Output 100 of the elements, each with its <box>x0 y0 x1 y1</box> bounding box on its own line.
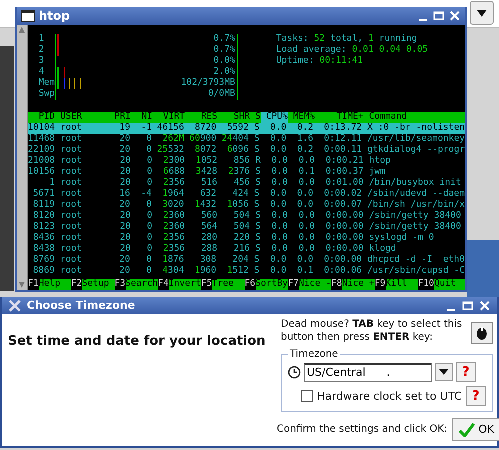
process-row[interactable]: 21008 root 20 0 2300 1052 856 R 0.0 0.0 0:00.21 htop <box>28 156 465 167</box>
process-row[interactable]: 5671 root 16 -4 1964 632 424 S 0.0 0.0 0:00.02 /sbin/udevd --daem <box>28 189 465 200</box>
process-row[interactable]: 8769 root 20 0 1876 308 204 S 0.0 0.0 0:00.00 dhcpcd -d -I eth0 <box>28 255 465 266</box>
table-cell-text: 19 <box>118 123 131 134</box>
window-title: Choose Timezone <box>27 299 136 312</box>
table-cell-text: root <box>59 266 84 277</box>
table-cell-text: 20 <box>118 255 130 266</box>
column-header[interactable]: TIME+ <box>315 112 364 123</box>
process-row[interactable]: 8119 root 20 0 3020 1432 1056 S 0.0 0.0 0:00.07 /bin/sh /usr/bin/x <box>28 200 465 211</box>
table-cell-text: 20 <box>118 145 131 156</box>
maximize-icon[interactable] <box>462 300 474 312</box>
table-cell-text: S <box>254 244 261 255</box>
process-row[interactable]: 10156 root 20 0 6688 3428 2376 S 0.0 0.1 0:00.37 jwm <box>28 167 465 178</box>
table-cell-text: 0 <box>146 145 152 156</box>
table-cell-text: 0 <box>146 134 152 145</box>
column-header[interactable]: Command <box>364 112 465 123</box>
table-cell: 11468 <box>28 134 56 145</box>
table-cell-text: 0 <box>146 233 153 244</box>
ok-button[interactable]: OK <box>452 418 499 441</box>
table-cell-text: 0.0 <box>269 145 287 156</box>
group-label: Timezone <box>289 349 340 360</box>
table-cell-text: 0.1 <box>296 266 314 277</box>
column-header[interactable]: MEM% <box>288 112 316 123</box>
column-header[interactable]: RES <box>185 112 218 123</box>
column-header[interactable]: CPU% <box>260 112 288 123</box>
process-row[interactable]: 11468 root 20 0 262M 60900 24404 S 0.0 1.6 0:12.11 /usr/lib/seamonkey <box>28 134 465 145</box>
column-header[interactable]: PID <box>28 112 56 123</box>
table-cell-text: 1 <box>48 178 56 189</box>
process-row[interactable]: 1 root 20 0 2356 516 456 S 0.0 0.0 0:01.00 /bin/busybox init <box>28 178 465 189</box>
table-cell-text: 0.0 <box>298 222 316 233</box>
table-cell-text: 20 <box>119 211 131 222</box>
table-cell-text: 0 <box>146 222 153 233</box>
table-cell-text: 0:01.00 <box>324 178 364 189</box>
table-cell-text: S <box>254 178 261 189</box>
meter-label: 4 <box>38 67 46 78</box>
table-cell: 22109 <box>28 145 56 156</box>
meter-value: 0.7% <box>214 45 236 56</box>
table-cell-text: 0 <box>146 156 153 167</box>
meter-label: 2 <box>38 45 46 56</box>
column-header[interactable]: NI <box>130 112 153 123</box>
column-header[interactable]: USER <box>55 112 110 123</box>
table-cell-text: S <box>253 189 260 200</box>
table-cell-text: gtkdialog4 --progr <box>366 145 465 156</box>
table-cell-text: 0.0 <box>269 189 287 200</box>
column-header[interactable]: PRI <box>109 112 131 123</box>
summary-text: Uptime: 00:11:41 <box>276 56 364 67</box>
table-cell-text: root <box>59 123 84 134</box>
table-cell-text: /sbin/udevd --daem <box>366 189 465 200</box>
process-row[interactable]: 8120 root 20 0 2360 560 504 S 0.0 0.0 0:00.00 /sbin/getty 38400 <box>28 211 465 222</box>
table-cell-text: S <box>254 222 261 233</box>
table-cell-text: 204 <box>232 255 249 266</box>
table-cell-text: 0:00.07 <box>323 200 362 211</box>
table-cell-text: root <box>59 189 84 200</box>
table-cell-text: /bin/busybox init <box>368 178 462 189</box>
meter-value: 0/0MB <box>208 89 236 100</box>
column-header[interactable]: SHR <box>218 112 250 123</box>
checkbox-label: Hardware clock set to UTC <box>316 390 462 402</box>
mouse-button[interactable] <box>471 322 493 344</box>
table-cell-text: 2300 <box>162 156 186 167</box>
table-cell-text: klogd <box>368 244 398 255</box>
table-cell-text: S <box>253 255 260 266</box>
table-cell-text: jwm <box>368 167 387 178</box>
table-cell-text: 516 <box>200 178 218 189</box>
timezone-field[interactable]: US/Central . <box>304 362 432 382</box>
process-row[interactable]: 8436 root 20 0 2356 280 220 S 0.0 0.0 0:00.00 syslogd -m 0 <box>28 233 465 244</box>
dropdown-button[interactable] <box>435 363 453 381</box>
table-cell-text: 2356 <box>162 178 186 189</box>
process-row[interactable]: 10104 root 19 -1 46156 8720 5592 S 0.0 0.2 0:13.72 X :0 -br -nolisten <box>28 123 465 134</box>
maximize-icon[interactable] <box>433 10 445 22</box>
table-cell-text: 456 <box>232 178 250 189</box>
process-row[interactable]: 22109 root 20 0 25532 8072 6096 S 0.0 0.2 0:00.11 gtkdialog4 --progr <box>28 145 465 156</box>
table-cell-text: 0 <box>146 167 153 178</box>
table-cell-text: 0.0 <box>269 266 287 277</box>
table-cell-text: 24404 <box>220 134 249 145</box>
process-row[interactable]: 8869 root 20 0 4304 1960 1512 S 0.0 0.1 0:00.06 /usr/sbin/cupsd -C <box>28 266 465 277</box>
clock-icon <box>288 366 301 378</box>
hint-text: Dead mouse? TAB key to select this button then press ENTER key: <box>281 318 464 344</box>
close-icon[interactable] <box>479 300 491 312</box>
table-cell-text: 0:12.11 <box>323 134 362 145</box>
process-row[interactable]: 8123 root 20 0 2360 564 504 S 0.0 0.0 0:00.00 /sbin/getty 38400 <box>28 222 465 233</box>
table-cell-text: 8436 <box>32 233 56 244</box>
table-cell-text: 8123 <box>32 222 56 233</box>
table-cell-text: root <box>59 134 84 145</box>
table-cell-text: S <box>254 167 261 178</box>
summary-text: Tasks: 52 total, 1 running <box>276 34 418 45</box>
help-button[interactable]: ? <box>456 362 476 382</box>
table-cell-text: -1 <box>140 123 152 134</box>
table-cell-text: 0.0 <box>296 255 314 266</box>
process-row[interactable]: 8438 root 20 0 2356 288 216 S 0.0 0.0 0:00.00 klogd <box>28 244 465 255</box>
help-button[interactable]: ? <box>466 386 486 406</box>
dropdown-button[interactable] <box>470 1 494 25</box>
checkbox[interactable] <box>300 390 313 402</box>
column-header[interactable]: VIRT <box>152 112 186 123</box>
table-cell-text: 0:00.11 <box>323 145 362 156</box>
table-cell-text: 0.0 <box>298 178 316 189</box>
column-header[interactable]: S <box>250 112 261 123</box>
table-cell-text: 424 <box>232 189 249 200</box>
close-icon[interactable] <box>449 10 461 22</box>
table-cell-text: 2376 <box>227 167 250 178</box>
table-cell-text: 0.0 <box>270 233 288 244</box>
